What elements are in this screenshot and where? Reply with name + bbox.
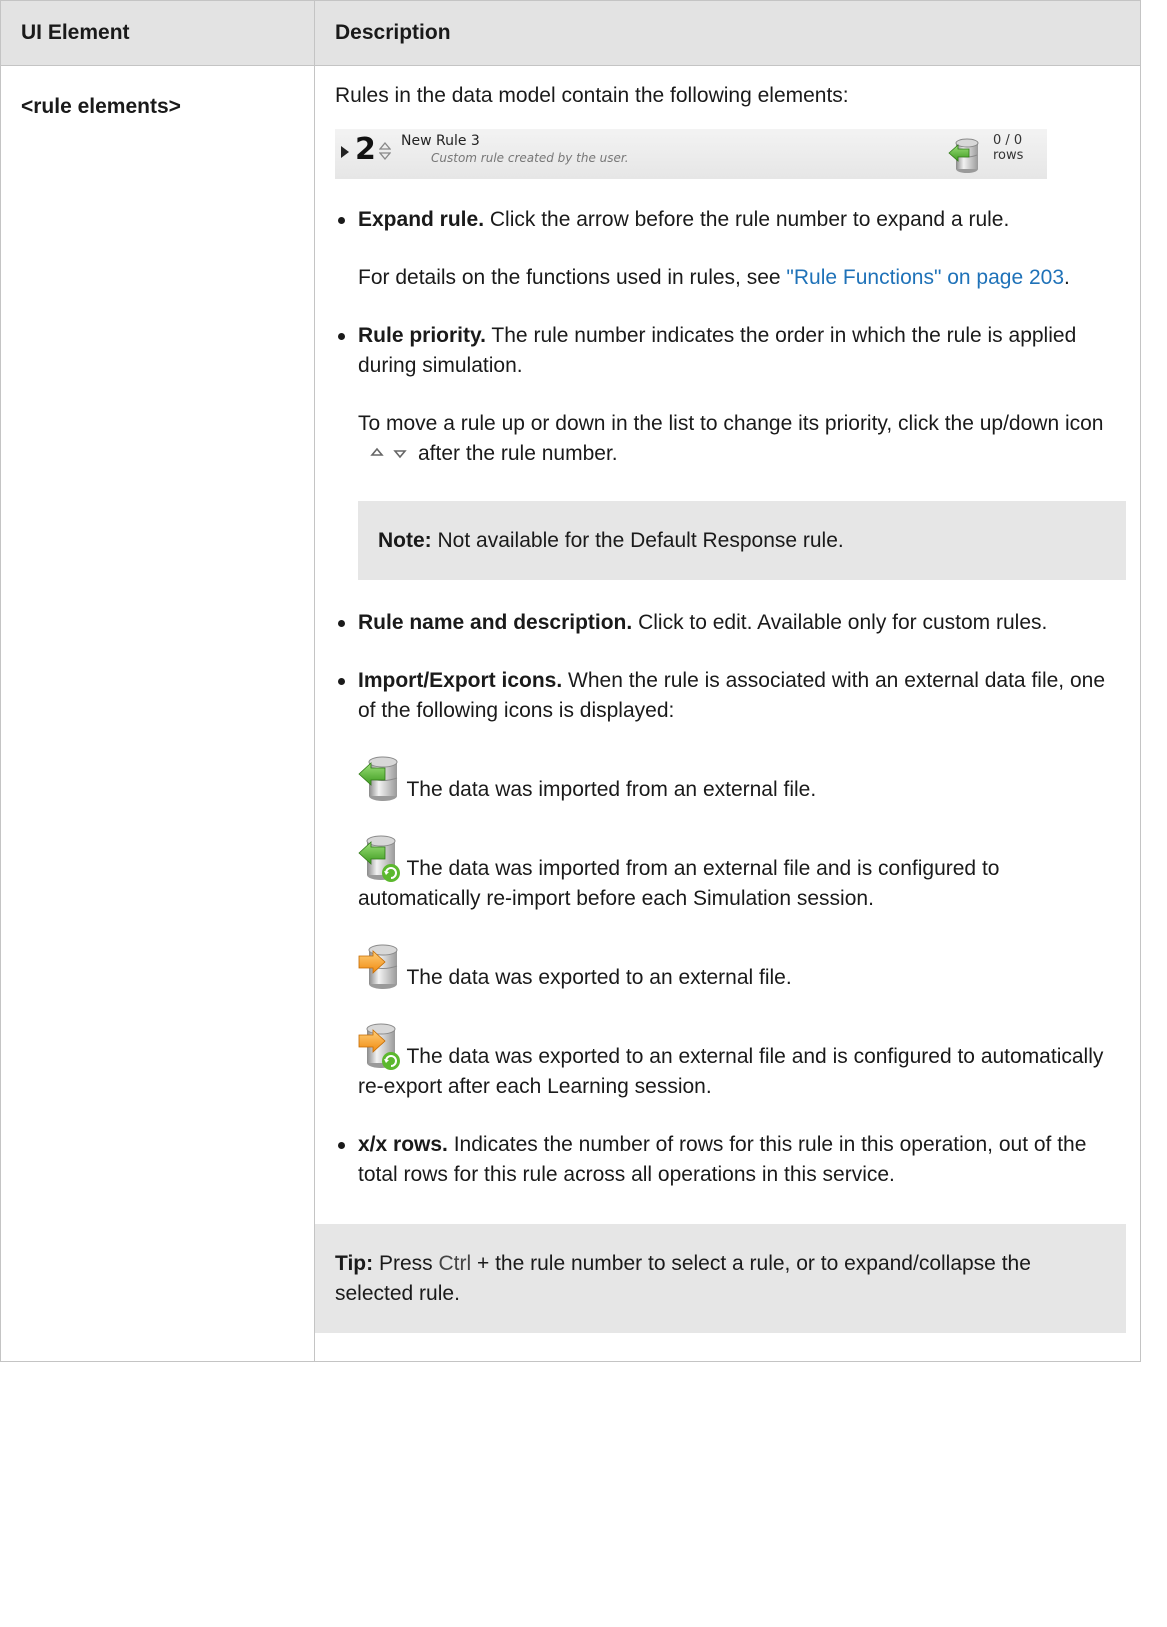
ui-element-name: <rule elements>: [0, 65, 315, 1362]
list-item-rule-name: Rule name and description. Click to edit…: [335, 608, 1126, 638]
document-page: UI Element Description <rule elements> R…: [0, 0, 1167, 1627]
ui-elements-table: UI Element Description <rule elements> R…: [0, 0, 1141, 1362]
database-import-icon: [358, 756, 398, 801]
table-header-row: UI Element Description: [0, 0, 1141, 66]
rule-name[interactable]: New Rule 3: [401, 133, 480, 149]
ctrl-key: Ctrl: [438, 1252, 472, 1275]
table-row: <rule elements> Rules in the data model …: [0, 65, 1141, 1362]
export-icon-line: The data was exported to an external fil…: [358, 940, 1126, 993]
list-item-expand-rule: Expand rule. Click the arrow before the …: [335, 205, 1126, 293]
rows-text: x/x rows. Indicates the number of rows f…: [358, 1133, 1087, 1186]
rule-functions-link[interactable]: "Rule Functions" on page 203: [786, 266, 1064, 289]
up-down-icon[interactable]: [379, 139, 391, 163]
move-rule-text: To move a rule up or down in the list to…: [358, 412, 1104, 465]
rule-elements-list: Expand rule. Click the arrow before the …: [335, 205, 1126, 1190]
intro-text: Rules in the data model contain the foll…: [335, 84, 849, 107]
note-box: Note: Not available for the Default Resp…: [358, 501, 1126, 580]
rows-count: 0 / 0 rows: [993, 133, 1024, 163]
rule-priority-text: Rule priority. The rule number indicates…: [358, 324, 1077, 377]
export-refresh-icon-line: The data was exported to an external fil…: [358, 1019, 1126, 1102]
up-down-arrows-icon: [370, 447, 407, 459]
description-cell: Rules in the data model contain the foll…: [314, 65, 1141, 1362]
list-item-rule-priority: Rule priority. The rule number indicates…: [335, 321, 1126, 580]
list-item-rows: x/x rows. Indicates the number of rows f…: [335, 1130, 1126, 1190]
rule-bar-example: 2 New Rule 3 Custom rule created by the …: [335, 129, 1047, 179]
import-refresh-icon-line: The data was imported from an external f…: [358, 831, 1126, 914]
database-import-icon: [948, 138, 979, 173]
tip-box: Tip: Press Ctrl + the rule number to sel…: [315, 1224, 1126, 1333]
rule-name-text: Rule name and description. Click to edit…: [358, 611, 1048, 634]
rule-description[interactable]: Custom rule created by the user.: [431, 151, 629, 165]
list-item-import-export: Import/Export icons. When the rule is as…: [335, 666, 1126, 1102]
header-description: Description: [314, 0, 1141, 66]
database-import-refresh-icon: [358, 835, 400, 882]
rule-number: 2: [355, 132, 376, 167]
expand-arrow-icon[interactable]: [341, 146, 349, 158]
import-icon-line: The data was imported from an external f…: [358, 752, 1126, 805]
rule-functions-details: For details on the functions used in rul…: [358, 266, 1070, 289]
expand-rule-text: Expand rule. Click the arrow before the …: [358, 208, 1010, 231]
database-export-icon: [358, 944, 398, 989]
database-export-refresh-icon: [358, 1023, 400, 1070]
header-ui-element: UI Element: [0, 0, 315, 66]
import-export-text: Import/Export icons. When the rule is as…: [358, 669, 1105, 722]
